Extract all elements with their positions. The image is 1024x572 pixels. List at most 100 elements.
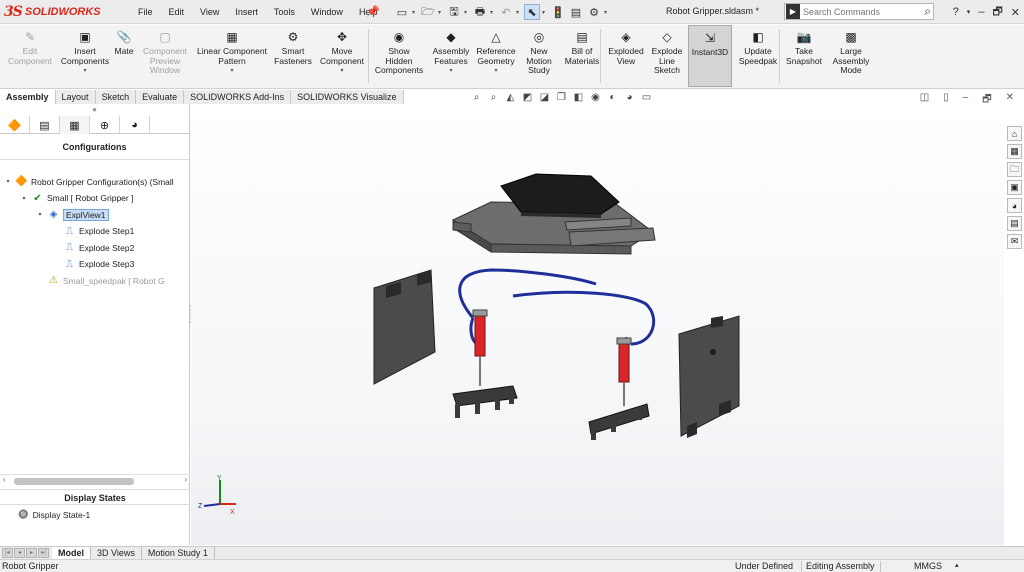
chevron-down-icon[interactable]: ▾ xyxy=(230,67,233,77)
chevron-down-icon[interactable]: ▾ xyxy=(340,67,343,77)
open-dropdown-icon[interactable]: ▾ xyxy=(438,9,444,16)
large-assembly-button[interactable]: ▩ Large Assembly Mode xyxy=(827,25,875,87)
first-tab-icon[interactable]: |◂ xyxy=(2,548,13,558)
display-state-item[interactable]: 🔘 Display State-1 xyxy=(18,509,90,520)
configuration-manager-tab-icon[interactable]: ▦ xyxy=(60,116,90,134)
bom-button[interactable]: ▤ Bill of Materials xyxy=(561,25,603,87)
display-style-icon[interactable]: ◧ xyxy=(572,92,585,103)
tab-addins[interactable]: SOLIDWORKS Add-Ins xyxy=(184,90,292,104)
solidworks-logo[interactable]: 3S SOLIDWORKS xyxy=(4,2,112,22)
next-tab-icon[interactable]: ▸ xyxy=(26,548,37,558)
graphics-area[interactable] xyxy=(191,104,1004,545)
new-document-icon[interactable]: ▭ xyxy=(394,4,410,20)
tree-item[interactable]: ⎍ Explode Step1 xyxy=(52,224,134,239)
scrollbar-thumb[interactable] xyxy=(14,478,134,485)
help-dropdown-icon[interactable]: ▾ xyxy=(967,8,971,16)
edit-component-button[interactable]: ✎ Edit Component xyxy=(2,25,58,87)
dynamic-annotation-icon[interactable]: ◪ xyxy=(538,92,551,103)
hide-show-icon[interactable]: ◉ xyxy=(589,92,602,103)
component-preview-button[interactable]: ▢ Component Preview Window xyxy=(140,25,190,87)
move-component-button[interactable]: ✥ Move Component ▾ xyxy=(316,25,368,87)
right-pneumatic-cylinder[interactable] xyxy=(588,337,650,440)
options-dropdown-icon[interactable]: ▾ xyxy=(604,9,610,16)
expand-toggle-icon[interactable]: ▾ xyxy=(20,195,28,202)
assembly-features-button[interactable]: ◆ Assembly Features ▾ xyxy=(430,25,472,87)
reference-geometry-button[interactable]: △ Reference Geometry ▾ xyxy=(472,25,520,87)
update-speedpak-button[interactable]: ◧ Update Speedpak xyxy=(735,25,781,87)
tab-assembly[interactable]: Assembly xyxy=(0,90,56,104)
expand-toggle-icon[interactable]: ▾ xyxy=(4,178,12,185)
design-library-icon[interactable]: ▦ xyxy=(1007,144,1022,159)
traffic-light-icon[interactable]: 🚦 xyxy=(550,4,566,20)
home-icon[interactable]: ⌂ xyxy=(1007,126,1022,141)
left-finger-pad[interactable] xyxy=(373,269,436,385)
options-gear-icon[interactable]: ⚙ xyxy=(586,4,602,20)
undo-dropdown-icon[interactable]: ▾ xyxy=(516,9,522,16)
chevron-down-icon[interactable]: ▾ xyxy=(494,67,497,77)
display-manager-tab-icon[interactable]: ◕ xyxy=(120,116,150,134)
print-dropdown-icon[interactable]: ▾ xyxy=(490,9,496,16)
menu-tools[interactable]: Tools xyxy=(266,7,303,17)
menu-file[interactable]: File xyxy=(130,7,161,17)
gripper-housing[interactable] xyxy=(451,173,656,255)
file-properties-icon[interactable]: ▤ xyxy=(568,4,584,20)
forum-icon[interactable]: ✉ xyxy=(1007,234,1022,249)
edit-appearance-icon[interactable]: ◐ xyxy=(606,92,619,103)
new-dropdown-icon[interactable]: ▾ xyxy=(412,9,418,16)
close-icon[interactable]: ✕ xyxy=(1011,6,1020,19)
file-explorer-icon[interactable]: 🗀 xyxy=(1007,162,1022,177)
save-dropdown-icon[interactable]: ▾ xyxy=(464,9,470,16)
appearances-icon[interactable]: ◕ xyxy=(1007,198,1022,213)
tab-evaluate[interactable]: Evaluate xyxy=(136,90,185,104)
zoom-to-fit-icon[interactable]: ⌕ xyxy=(470,92,483,103)
viewport-close-icon[interactable]: ✕ xyxy=(1006,92,1014,109)
tree-item[interactable]: ▾ 🔶 Robot Gripper Configuration(s) (Small xyxy=(4,174,173,189)
dimxpert-tab-icon[interactable]: ⊕ xyxy=(90,116,120,134)
open-folder-icon[interactable]: 🗁 xyxy=(420,4,436,20)
left-pneumatic-cylinder[interactable] xyxy=(452,309,518,418)
menu-edit[interactable]: Edit xyxy=(161,7,193,17)
prev-tab-icon[interactable]: ◂ xyxy=(14,548,25,558)
show-hidden-button[interactable]: ◉ Show Hidden Components xyxy=(370,25,428,87)
menu-view[interactable]: View xyxy=(192,7,227,17)
print-icon[interactable]: 🖶 xyxy=(472,4,488,20)
scroll-left-icon[interactable]: ‹ xyxy=(3,475,6,484)
view-settings-icon[interactable]: ▭ xyxy=(640,92,653,103)
chevron-down-icon[interactable]: ▾ xyxy=(449,67,452,77)
pin-icon[interactable]: 📌 xyxy=(366,5,380,18)
menu-insert[interactable]: Insert xyxy=(227,7,266,17)
view-palette-icon[interactable]: ▣ xyxy=(1007,180,1022,195)
undo-icon[interactable]: ↶ xyxy=(498,4,514,20)
explode-line-button[interactable]: ◇ Explode Line Sketch xyxy=(648,25,686,87)
tree-item[interactable]: ▾ ◈ ExplView1 xyxy=(36,207,109,222)
tab-layout[interactable]: Layout xyxy=(55,90,96,104)
zoom-area-icon[interactable]: ⌕ xyxy=(487,92,500,103)
linear-pattern-button[interactable]: ▦ Linear Component Pattern ▾ xyxy=(192,25,272,87)
minimize-icon[interactable]: – xyxy=(978,6,984,18)
custom-properties-icon[interactable]: ▤ xyxy=(1007,216,1022,231)
select-dropdown-icon[interactable]: ▾ xyxy=(542,9,548,16)
section-view-icon[interactable]: ◩ xyxy=(521,92,534,103)
property-manager-tab-icon[interactable]: ▤ xyxy=(30,116,60,134)
apply-scene-icon[interactable]: ◕ xyxy=(623,92,636,103)
panel-grip[interactable]: ● xyxy=(0,104,189,116)
smart-fasteners-button[interactable]: ⚙ Smart Fasteners xyxy=(272,25,314,87)
take-snapshot-button[interactable]: 📷 Take Snapshot xyxy=(783,25,825,87)
restore-icon[interactable]: 🗗 xyxy=(992,3,1002,22)
last-tab-icon[interactable]: ▸| xyxy=(38,548,49,558)
motion-study-button[interactable]: ◎ New Motion Study xyxy=(520,25,558,87)
right-finger-pad[interactable] xyxy=(678,315,740,438)
exploded-view-button[interactable]: ◈ Exploded View xyxy=(605,25,647,87)
status-units[interactable]: MMGS xyxy=(914,560,942,572)
tab-motion-study[interactable]: Motion Study 1 xyxy=(142,547,215,559)
tab-3d-views[interactable]: 3D Views xyxy=(91,547,142,559)
horizontal-scrollbar[interactable]: ‹ › xyxy=(0,474,190,486)
search-icon[interactable]: ⌕ xyxy=(924,4,933,19)
view-orientation-icon[interactable]: ❒ xyxy=(555,92,568,103)
mate-button[interactable]: 📎 Mate xyxy=(110,25,138,87)
search-input[interactable] xyxy=(803,6,903,17)
select-pointer-icon[interactable]: ⬉ xyxy=(524,4,540,20)
right-air-hose[interactable] xyxy=(512,290,656,346)
tree-item[interactable]: ⚠ Small_speedpak [ Robot G xyxy=(36,273,165,288)
tab-visualize[interactable]: SOLIDWORKS Visualize xyxy=(291,90,404,104)
